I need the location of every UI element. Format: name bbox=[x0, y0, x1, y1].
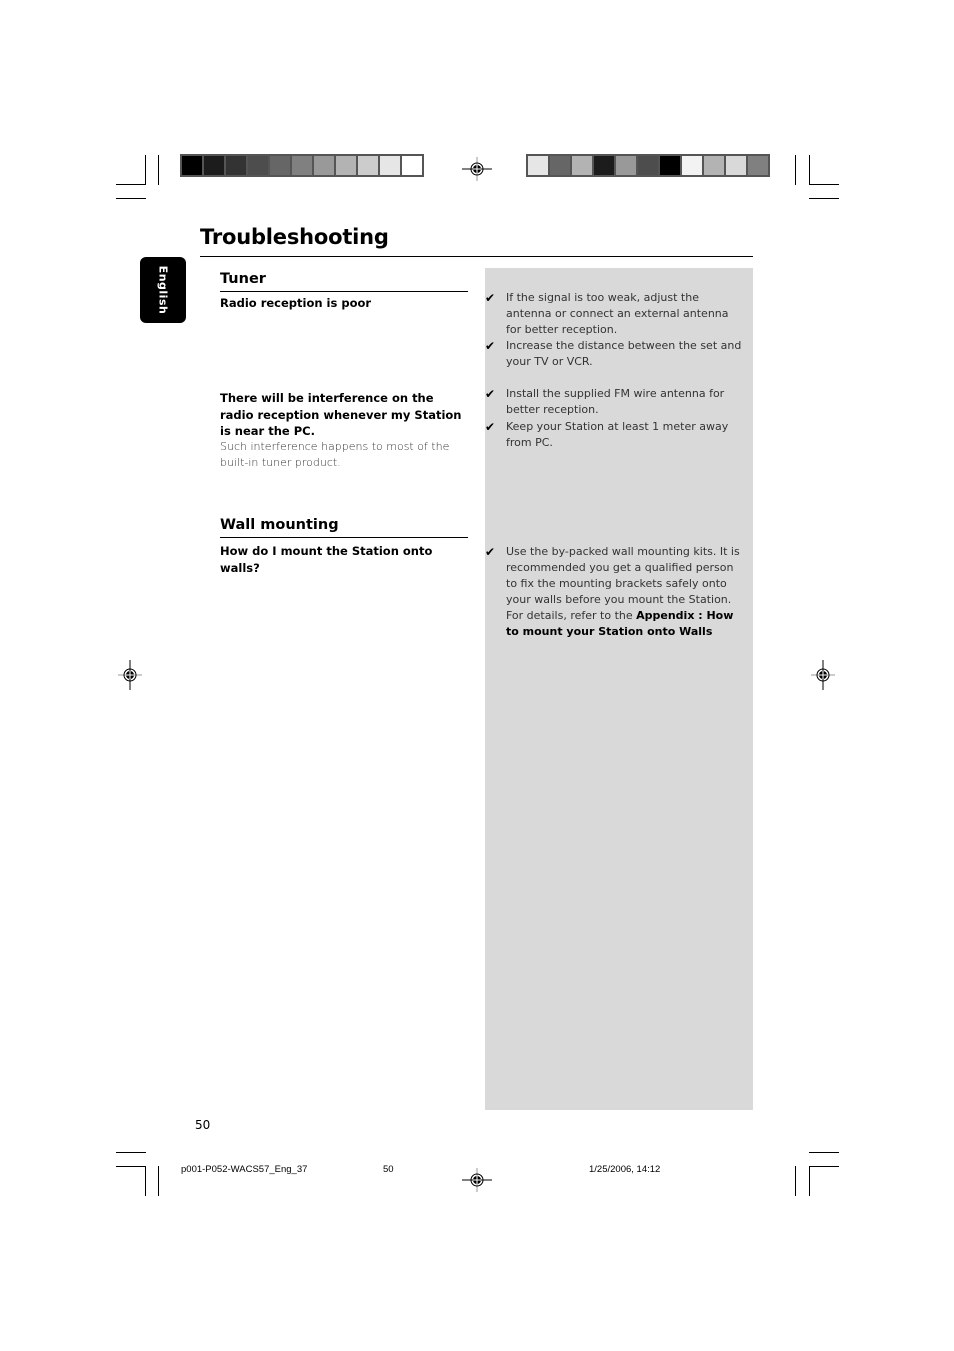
solution-list: ✔ Use the by-packed wall mounting kits. … bbox=[485, 544, 747, 640]
color-swatch bbox=[572, 156, 592, 175]
color-swatch bbox=[638, 156, 658, 175]
color-swatch bbox=[292, 156, 312, 175]
crop-mark-top-right-v2 bbox=[809, 155, 810, 185]
check-icon: ✔ bbox=[485, 291, 496, 305]
color-swatch bbox=[704, 156, 724, 175]
crop-mark-bottom-left-h bbox=[116, 1152, 146, 1153]
color-bar-left bbox=[180, 154, 424, 177]
solution-item: ✔ Increase the distance between the set … bbox=[485, 339, 742, 368]
page-number: 50 bbox=[195, 1118, 211, 1132]
color-swatch bbox=[336, 156, 356, 175]
footer-filename: p001-P052-WACS57_Eng_37 bbox=[181, 1164, 308, 1175]
crop-mark-top-left-v bbox=[145, 155, 146, 185]
footer-timestamp: 1/25/2006, 14:12 bbox=[589, 1164, 661, 1175]
registration-mark-top-icon bbox=[462, 157, 492, 181]
page-title: Troubleshooting bbox=[200, 225, 389, 249]
solution-list: ✔ Install the supplied FM wire antenna f… bbox=[485, 386, 747, 451]
color-swatch bbox=[402, 156, 422, 175]
color-swatch bbox=[226, 156, 246, 175]
crop-mark-top-left-h2 bbox=[116, 198, 146, 199]
section-divider-wall-mounting bbox=[220, 537, 468, 538]
problem-question: Radio reception is poor bbox=[220, 296, 372, 310]
solution-item: ✔ Keep your Station at least 1 meter awa… bbox=[485, 420, 729, 449]
color-swatch bbox=[528, 156, 548, 175]
check-icon: ✔ bbox=[485, 545, 496, 559]
color-swatch bbox=[204, 156, 224, 175]
color-swatch bbox=[358, 156, 378, 175]
registration-mark-bottom-icon bbox=[462, 1168, 492, 1192]
color-swatch bbox=[270, 156, 290, 175]
color-swatch bbox=[248, 156, 268, 175]
color-swatch bbox=[594, 156, 614, 175]
solution-item: ✔ Use the by-packed wall mounting kits. … bbox=[485, 545, 740, 638]
color-swatch bbox=[550, 156, 570, 175]
check-icon: ✔ bbox=[485, 387, 496, 401]
footer-page: 50 bbox=[383, 1164, 394, 1175]
solution-item: ✔ If the signal is too weak, adjust the … bbox=[485, 291, 729, 336]
crop-mark-top-right-h2 bbox=[809, 198, 839, 199]
section-heading-tuner: Tuner bbox=[220, 271, 266, 287]
crop-mark-bottom-left-v2 bbox=[158, 1166, 159, 1196]
color-swatch bbox=[182, 156, 202, 175]
registration-mark-right-icon bbox=[811, 660, 835, 690]
solution-list: ✔ If the signal is too weak, adjust the … bbox=[485, 290, 747, 370]
crop-mark-bottom-left-v bbox=[145, 1166, 146, 1196]
title-divider bbox=[200, 256, 753, 257]
language-tab: English bbox=[140, 257, 186, 323]
check-icon: ✔ bbox=[485, 339, 496, 353]
section-divider-tuner bbox=[220, 291, 468, 292]
check-icon: ✔ bbox=[485, 420, 496, 434]
crop-mark-bottom-left-h2 bbox=[116, 1166, 146, 1167]
language-tab-label: English bbox=[156, 265, 170, 315]
solution-item: ✔ Install the supplied FM wire antenna f… bbox=[485, 387, 725, 416]
color-swatch bbox=[616, 156, 636, 175]
problem-question: There will be interference on the radio … bbox=[220, 391, 462, 438]
crop-mark-top-left-v2 bbox=[158, 155, 159, 185]
registration-mark-left-icon bbox=[118, 660, 142, 690]
crop-mark-bottom-right-h bbox=[809, 1152, 839, 1153]
crop-mark-top-right-h bbox=[809, 184, 839, 185]
color-bar-right bbox=[526, 154, 770, 177]
problem-question: How do I mount the Station onto walls? bbox=[220, 544, 433, 575]
section-heading-wall-mounting: Wall mounting bbox=[220, 517, 339, 533]
color-swatch bbox=[726, 156, 746, 175]
crop-mark-bottom-right-v2 bbox=[809, 1166, 810, 1196]
color-swatch bbox=[314, 156, 334, 175]
crop-mark-top-left-h bbox=[116, 184, 146, 185]
color-swatch bbox=[748, 156, 768, 175]
color-swatch bbox=[682, 156, 702, 175]
crop-mark-bottom-right-v bbox=[795, 1166, 796, 1196]
crop-mark-bottom-right-h2 bbox=[809, 1166, 839, 1167]
problem-description: Such interference happens to most of the… bbox=[220, 440, 450, 469]
color-swatch bbox=[660, 156, 680, 175]
color-swatch bbox=[380, 156, 400, 175]
crop-mark-top-right-v bbox=[795, 155, 796, 185]
